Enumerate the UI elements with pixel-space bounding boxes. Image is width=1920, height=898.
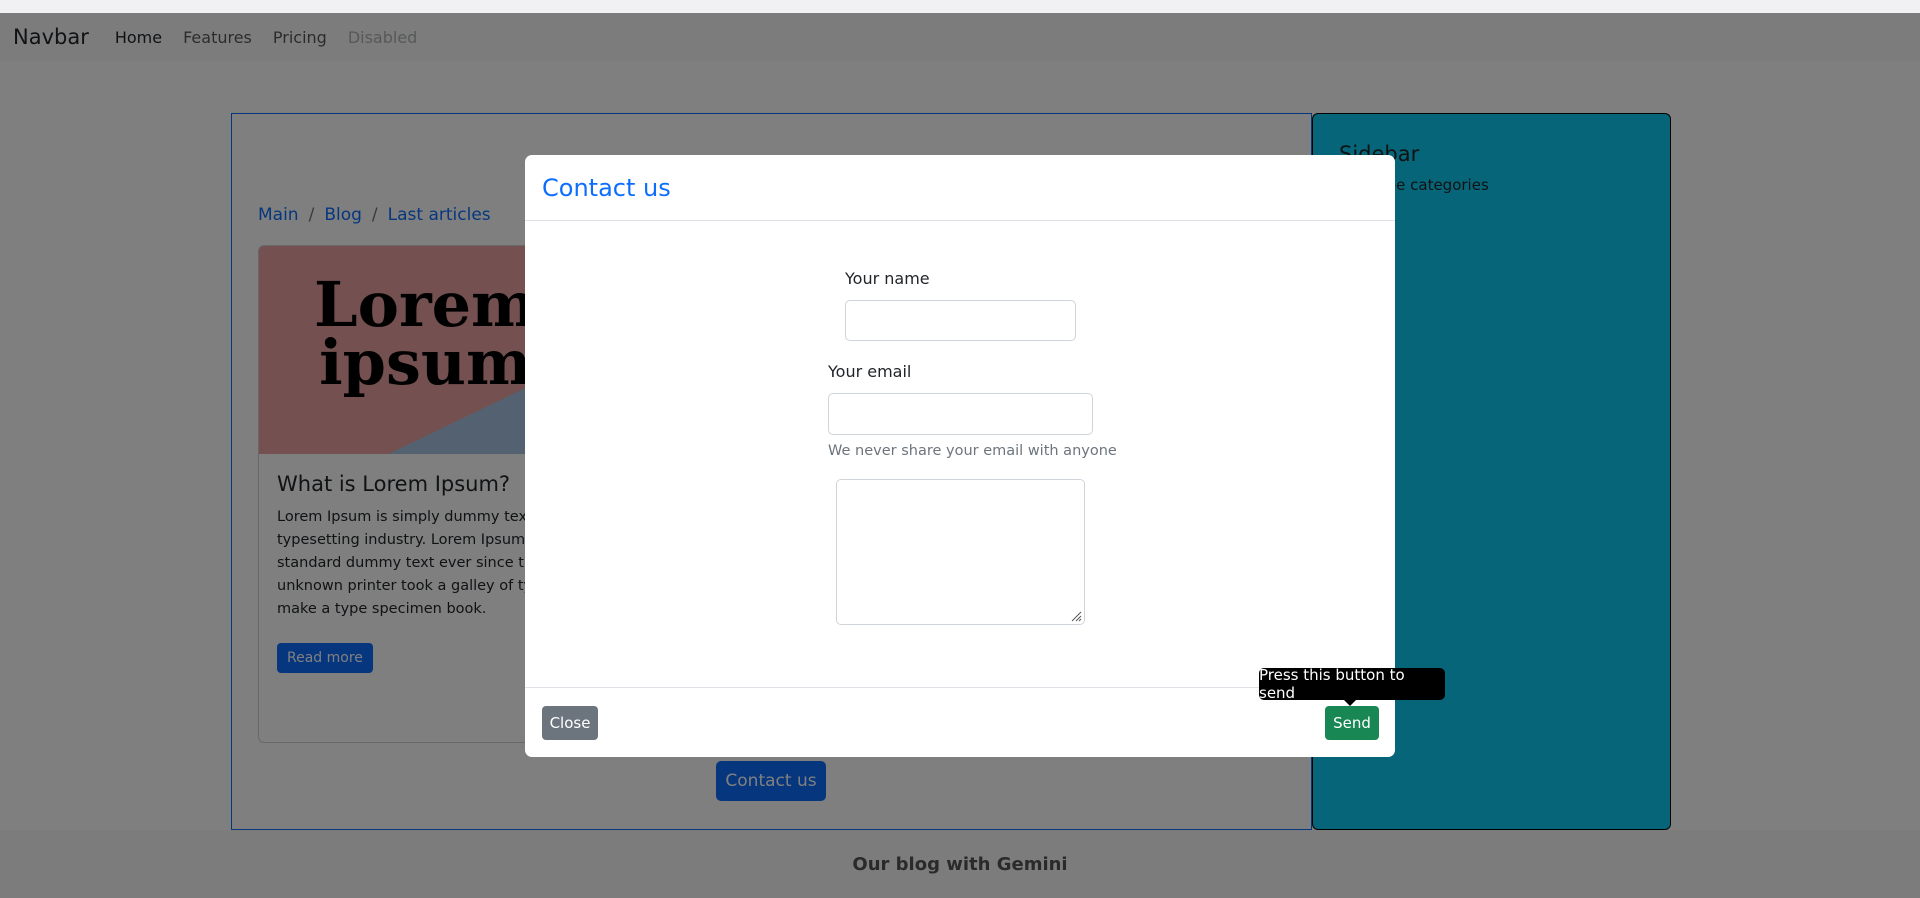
message-textarea[interactable] xyxy=(836,479,1085,625)
send-tooltip: Press this button to send xyxy=(1259,666,1445,702)
top-strip xyxy=(0,0,1920,13)
resize-grip-icon[interactable] xyxy=(1070,610,1082,622)
send-button[interactable]: Send xyxy=(1325,706,1379,740)
email-input[interactable] xyxy=(828,393,1093,435)
name-label: Your name xyxy=(845,269,930,288)
email-help-text: We never share your email with anyone xyxy=(828,443,1117,459)
tooltip-arrow xyxy=(1344,700,1356,706)
email-label: Your email xyxy=(828,362,912,381)
close-button[interactable]: Close xyxy=(542,706,598,740)
modal-header: Contact us xyxy=(525,155,1395,221)
name-input[interactable] xyxy=(845,300,1076,341)
modal-title: Contact us xyxy=(542,173,671,202)
